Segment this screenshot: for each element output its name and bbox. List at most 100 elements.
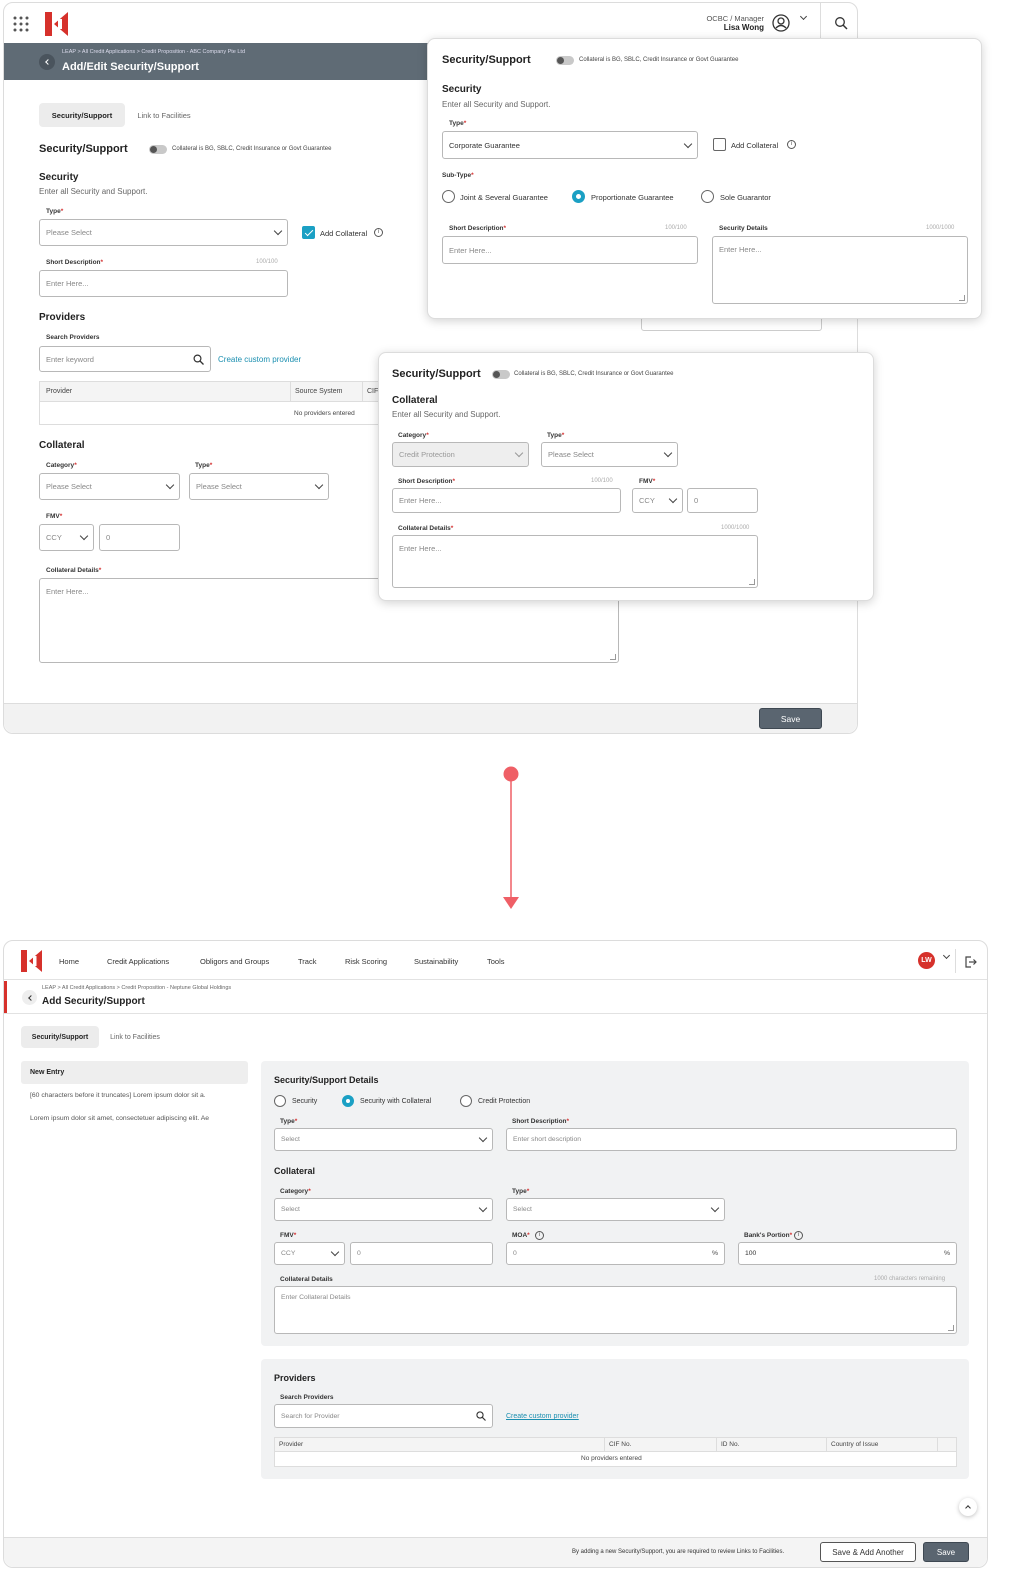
category-select[interactable]: Select bbox=[274, 1198, 493, 1221]
percent-suffix: % bbox=[943, 1250, 950, 1257]
providers-table: Provider Source System CIF No providers … bbox=[39, 381, 384, 425]
collateral-details-textarea[interactable]: Enter Here... bbox=[392, 535, 758, 588]
breadcrumb[interactable]: LEAP > All Credit Applications > Credit … bbox=[62, 49, 245, 55]
search-providers-input[interactable]: Search for Provider bbox=[274, 1404, 493, 1428]
security-details-counter: 1000/1000 bbox=[926, 225, 955, 231]
short-desc-input[interactable]: Enter Here... bbox=[39, 270, 288, 297]
collateral-type-select[interactable]: Please Select bbox=[189, 473, 329, 500]
popup-title: Security/Support bbox=[392, 368, 481, 380]
save-and-add-another-button[interactable]: Save & Add Another bbox=[820, 1542, 916, 1562]
info-icon[interactable]: i bbox=[374, 228, 383, 237]
nav-item-home[interactable]: Home bbox=[59, 957, 79, 966]
search-providers-label: Search Providers bbox=[280, 1394, 334, 1401]
chevron-down-icon[interactable] bbox=[799, 12, 808, 21]
radio-proportionate[interactable] bbox=[572, 190, 585, 203]
table-header-cif: CIF bbox=[367, 388, 379, 395]
user-avatar-icon[interactable] bbox=[772, 14, 790, 32]
tab-security-support[interactable]: Security/Support bbox=[21, 1026, 99, 1048]
collateral-details-label: Collateral Details bbox=[280, 1276, 333, 1283]
nav-item-credit-applications[interactable]: Credit Applications bbox=[107, 957, 169, 966]
breadcrumb[interactable]: LEAP > All Credit Applications > Credit … bbox=[42, 985, 231, 991]
type-select[interactable]: Corporate Guarantee bbox=[442, 131, 698, 159]
short-desc-label: Short Description* bbox=[46, 259, 104, 266]
collateral-subtitle: Enter all Security and Support. bbox=[392, 410, 501, 419]
scroll-top-button[interactable] bbox=[959, 1498, 977, 1516]
security-popup: Security/Support Collateral is BG, SBLC,… bbox=[427, 38, 982, 319]
add-collateral-label: Add Collateral bbox=[731, 141, 779, 150]
user-role: OCBC / Manager bbox=[706, 14, 764, 23]
collateral-details-remaining: 1000 characters remaining bbox=[874, 1276, 946, 1282]
category-select[interactable]: Credit Protection bbox=[392, 442, 529, 467]
toggle-label: Collateral is BG, SBLC, Credit Insurance… bbox=[172, 146, 332, 152]
back-button[interactable] bbox=[39, 54, 55, 70]
section-title: Security/Support bbox=[39, 143, 128, 155]
back-button[interactable] bbox=[22, 990, 37, 1005]
short-desc-label: Short Description* bbox=[398, 478, 456, 485]
create-custom-provider-link[interactable]: Create custom provider bbox=[218, 355, 301, 364]
search-icon[interactable] bbox=[476, 1411, 486, 1421]
radio-security-label: Security bbox=[292, 1098, 318, 1105]
info-icon[interactable]: i bbox=[535, 1231, 544, 1240]
search-icon[interactable] bbox=[193, 353, 204, 365]
moa-input[interactable]: 0% bbox=[506, 1242, 725, 1265]
save-button[interactable]: Save bbox=[759, 708, 822, 729]
radio-security[interactable] bbox=[274, 1095, 286, 1107]
collateral-popup: Security/Support Collateral is BG, SBLC,… bbox=[378, 352, 874, 601]
radio-joint-several-label: Joint & Several Guarantee bbox=[460, 193, 548, 202]
providers-table: Provider CIF No. ID No. Country of Issue… bbox=[274, 1437, 957, 1467]
short-desc-input[interactable]: Enter Here... bbox=[392, 488, 621, 513]
collateral-title: Collateral bbox=[39, 440, 85, 451]
info-icon[interactable]: i bbox=[794, 1231, 803, 1240]
create-custom-provider-link[interactable]: Create custom provider bbox=[506, 1413, 579, 1420]
nav-item-risk-scoring[interactable]: Risk Scoring bbox=[345, 957, 387, 966]
fmv-input[interactable]: 0 bbox=[687, 488, 758, 513]
short-desc-input[interactable]: Enter Here... bbox=[442, 236, 698, 264]
radio-sole-guarantor[interactable] bbox=[701, 190, 714, 203]
radio-security-with-collateral[interactable] bbox=[342, 1095, 354, 1107]
collateral-type-select[interactable]: Select bbox=[506, 1198, 725, 1221]
type-select[interactable]: Select bbox=[274, 1128, 493, 1151]
nav-item-obligors[interactable]: Obligors and Groups bbox=[200, 957, 269, 966]
add-collateral-checkbox[interactable] bbox=[713, 138, 726, 151]
chevron-down-icon[interactable] bbox=[942, 951, 951, 960]
flow-connector bbox=[503, 766, 519, 912]
short-desc-input[interactable]: Enter short description bbox=[506, 1128, 957, 1151]
nav-item-sustainability[interactable]: Sustainability bbox=[414, 957, 458, 966]
radio-joint-several[interactable] bbox=[442, 190, 455, 203]
type-select[interactable]: Please Select bbox=[39, 219, 288, 246]
sidebar-item[interactable]: Lorem ipsum dolor sit amet, consectetuer… bbox=[30, 1115, 209, 1122]
avatar[interactable]: LW bbox=[918, 952, 935, 969]
short-desc-label: Short Description* bbox=[449, 225, 507, 232]
collateral-toggle[interactable] bbox=[149, 145, 167, 154]
save-button[interactable]: Save bbox=[923, 1542, 969, 1562]
search-providers-input[interactable]: Enter keyword bbox=[39, 346, 211, 372]
search-icon[interactable] bbox=[834, 16, 848, 30]
fmv-input[interactable]: 0 bbox=[350, 1242, 493, 1265]
tab-link-to-facilities[interactable]: Link to Facilities bbox=[128, 103, 200, 127]
short-desc-counter: 100/100 bbox=[256, 259, 278, 265]
search-providers-label: Search Providers bbox=[46, 334, 100, 341]
nav-item-track[interactable]: Track bbox=[298, 957, 316, 966]
app-grid-icon[interactable] bbox=[13, 16, 29, 32]
info-icon[interactable]: i bbox=[787, 140, 796, 149]
collateral-toggle[interactable] bbox=[556, 56, 574, 65]
tab-link-to-facilities[interactable]: Link to Facilities bbox=[102, 1026, 168, 1048]
tab-security-support[interactable]: Security/Support bbox=[39, 103, 125, 127]
ccy-select[interactable]: CCY bbox=[274, 1242, 345, 1265]
page-title: Add Security/Support bbox=[42, 996, 145, 1007]
fmv-input[interactable]: 0 bbox=[99, 524, 180, 551]
ccy-select[interactable]: CCY bbox=[632, 488, 683, 513]
ccy-select[interactable]: CCY bbox=[39, 524, 94, 551]
banks-portion-input[interactable]: 100% bbox=[738, 1242, 957, 1265]
sidebar-item[interactable]: [60 characters before it truncates] Lore… bbox=[30, 1092, 206, 1099]
toggle-label: Collateral is BG, SBLC, Credit Insurance… bbox=[514, 371, 674, 377]
security-details-textarea[interactable]: Enter Here... bbox=[712, 236, 968, 304]
collateral-toggle[interactable] bbox=[492, 370, 510, 379]
logout-icon[interactable] bbox=[965, 955, 977, 968]
radio-credit-protection[interactable] bbox=[460, 1095, 472, 1107]
category-select[interactable]: Please Select bbox=[39, 473, 180, 500]
type-select[interactable]: Please Select bbox=[541, 442, 678, 467]
collateral-details-textarea[interactable]: Enter Collateral Details bbox=[274, 1286, 957, 1334]
nav-item-tools[interactable]: Tools bbox=[487, 957, 505, 966]
add-collateral-checkbox[interactable] bbox=[302, 226, 315, 239]
